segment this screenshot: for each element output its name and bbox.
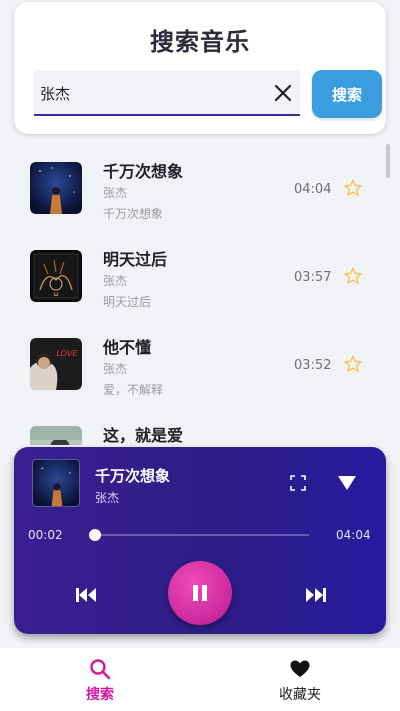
svg-text:LOVE: LOVE [56, 349, 78, 358]
song-artist: 张杰 [103, 362, 128, 376]
search-button[interactable]: 搜索 [312, 70, 382, 118]
song-title: 明天过后 [103, 250, 168, 269]
progress-thumb[interactable] [88, 529, 101, 541]
current-time: 00:02 [28, 528, 63, 542]
clear-icon[interactable] [272, 82, 294, 104]
collapse-icon[interactable] [336, 473, 358, 493]
bottom-nav: 搜索 收藏夹 [0, 648, 400, 711]
star-icon[interactable] [343, 266, 363, 286]
song-duration: 03:57 [294, 270, 332, 285]
heart-icon [290, 660, 310, 677]
song-title: 他不懂 [103, 338, 152, 357]
search-card: 搜索音乐 搜索 [14, 2, 386, 134]
list-item[interactable]: ω 明天过后 张杰 明天过后 03:57 [0, 228, 400, 316]
page-title: 搜索音乐 [150, 28, 250, 56]
album-cover [30, 426, 82, 445]
song-album: 爱，不解释 [103, 383, 164, 397]
song-artist: 张杰 [103, 186, 128, 200]
song-title: 千万次想象 [103, 162, 184, 181]
list-item[interactable]: 这，就是爱 [0, 404, 400, 445]
player-song-title: 千万次想象 [95, 467, 171, 485]
album-cover: LOVE [30, 338, 82, 390]
progress-slider[interactable] [88, 529, 309, 541]
total-time: 04:04 [336, 528, 371, 542]
star-icon[interactable] [343, 178, 363, 198]
search-field[interactable] [34, 70, 300, 116]
song-album: 千万次想象 [103, 207, 164, 221]
song-list: 千万次想象 张杰 千万次想象 04:04 ω 明天过后 张杰 明天过后 03:5… [0, 140, 400, 445]
nav-label-favorites: 收藏夹 [279, 687, 321, 703]
album-cover [30, 162, 82, 214]
search-icon [90, 659, 111, 680]
play-pause-button[interactable] [168, 561, 232, 625]
player-artist: 张杰 [95, 491, 120, 505]
list-scrollbar[interactable] [386, 144, 390, 178]
song-title: 这，就是爱 [103, 426, 184, 445]
next-icon[interactable] [304, 586, 328, 604]
previous-icon[interactable] [74, 586, 98, 604]
search-input[interactable] [40, 78, 250, 108]
list-item[interactable]: 千万次想象 张杰 千万次想象 04:04 [0, 140, 400, 228]
star-icon[interactable] [343, 354, 363, 374]
song-duration: 04:04 [294, 182, 332, 197]
song-album: 明天过后 [103, 295, 152, 309]
list-item[interactable]: LOVE 他不懂 张杰 爱，不解释 03:52 [0, 316, 400, 404]
album-cover: ω [30, 250, 82, 302]
nav-item-favorites[interactable]: 收藏夹 [200, 648, 400, 711]
mini-player: 千万次想象 张杰 00:02 04:04 [14, 447, 386, 634]
pause-icon [193, 585, 207, 601]
fullscreen-icon[interactable] [290, 475, 306, 491]
nav-item-search[interactable]: 搜索 [0, 648, 200, 711]
player-album-cover [32, 459, 80, 507]
song-artist: 张杰 [103, 274, 128, 288]
svg-text:ω: ω [53, 291, 58, 298]
nav-label-search: 搜索 [86, 687, 114, 703]
song-duration: 03:52 [294, 358, 332, 373]
